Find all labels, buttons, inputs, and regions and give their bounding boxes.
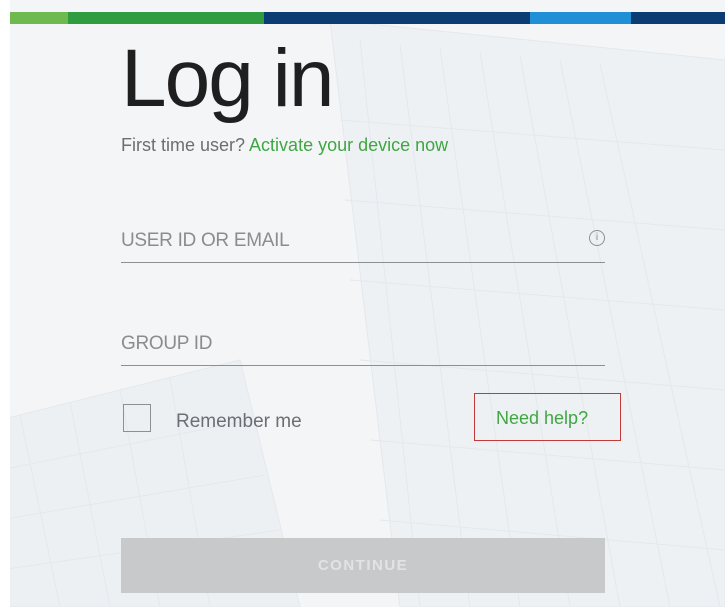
accent-segment	[10, 12, 68, 24]
continue-button[interactable]: CONTINUE	[121, 538, 605, 593]
login-page: Log in First time user? Activate your de…	[0, 0, 725, 607]
brand-accent-bar	[10, 12, 725, 24]
user-id-input[interactable]	[121, 226, 561, 256]
accent-segment	[264, 12, 530, 24]
first-time-prompt: First time user?	[121, 135, 246, 155]
remember-me-label: Remember me	[176, 411, 302, 432]
user-id-field: i	[121, 222, 605, 263]
info-circle-icon[interactable]: i	[589, 230, 605, 246]
left-edge-strip	[0, 0, 10, 607]
need-help-link[interactable]: Need help?	[496, 408, 588, 429]
remember-me-checkbox[interactable]	[123, 404, 151, 432]
first-time-user-line: First time user? Activate your device no…	[121, 135, 448, 156]
group-id-field	[121, 325, 605, 366]
accent-segment	[68, 12, 264, 24]
background-buildings-image	[0, 19, 725, 607]
accent-segment	[530, 12, 631, 24]
page-title: Log in	[121, 33, 334, 124]
activate-device-link[interactable]: Activate your device now	[249, 135, 448, 155]
accent-segment	[631, 12, 725, 24]
group-id-input[interactable]	[121, 329, 561, 359]
